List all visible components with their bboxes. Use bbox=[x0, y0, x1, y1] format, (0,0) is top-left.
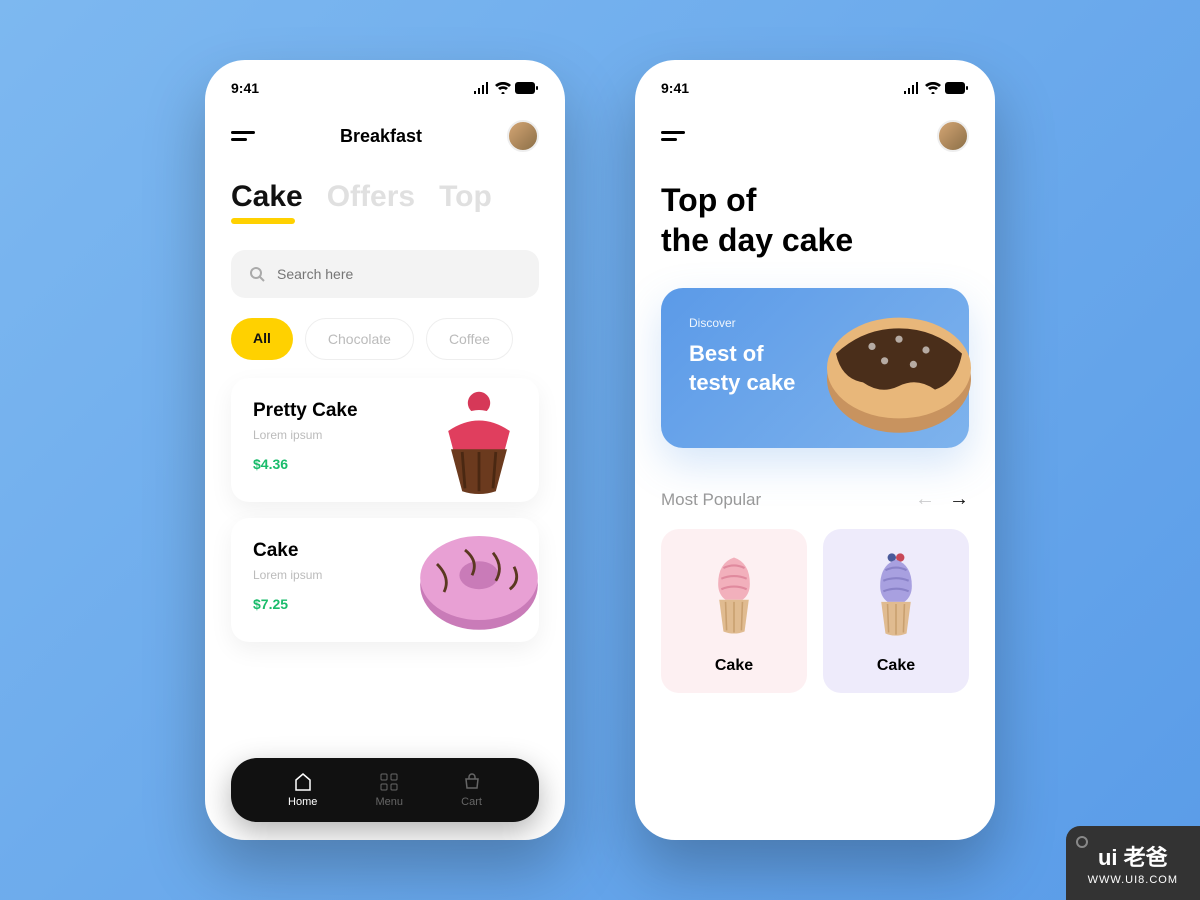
chip-chocolate[interactable]: Chocolate bbox=[305, 318, 414, 360]
status-icons bbox=[473, 82, 539, 94]
battery-icon bbox=[515, 82, 539, 94]
filter-chips: All Chocolate Coffee bbox=[231, 318, 539, 360]
status-time: 9:41 bbox=[231, 80, 259, 96]
menu-icon[interactable] bbox=[661, 131, 685, 141]
arrow-right-icon[interactable]: → bbox=[949, 488, 969, 511]
cupcake-icon bbox=[409, 368, 549, 508]
home-icon bbox=[293, 772, 313, 792]
wifi-icon bbox=[925, 82, 941, 94]
discover-card[interactable]: Discover Best of testy cake bbox=[661, 288, 969, 448]
page-title: Top of the day cake bbox=[661, 180, 969, 260]
phone-left: 9:41 Breakfast Cake Offers Top All Choco… bbox=[205, 60, 565, 840]
signal-icon bbox=[473, 82, 491, 94]
title-line: the day cake bbox=[661, 220, 969, 260]
search-input[interactable] bbox=[277, 266, 521, 282]
nav-label: Menu bbox=[376, 796, 404, 808]
product-card[interactable]: Cake Lorem ipsum $7.25 bbox=[231, 518, 539, 642]
nav-cart[interactable]: Cart bbox=[461, 772, 482, 808]
bottom-nav: Home Menu Cart bbox=[231, 758, 539, 822]
search-bar[interactable] bbox=[231, 250, 539, 298]
battery-icon bbox=[945, 82, 969, 94]
chip-coffee[interactable]: Coffee bbox=[426, 318, 513, 360]
avatar[interactable] bbox=[507, 120, 539, 152]
nav-home[interactable]: Home bbox=[288, 772, 317, 808]
popular-card[interactable]: Cake bbox=[661, 529, 807, 693]
arrow-left-icon[interactable]: ← bbox=[915, 488, 935, 511]
wifi-icon bbox=[495, 82, 511, 94]
donut-icon bbox=[409, 508, 549, 648]
nav-menu[interactable]: Menu bbox=[376, 772, 404, 808]
nav-label: Cart bbox=[461, 796, 482, 808]
section-header: Most Popular ← → bbox=[661, 488, 969, 511]
header bbox=[661, 120, 969, 152]
phone-right: 9:41 Top of the day cake Discover Best o… bbox=[635, 60, 995, 840]
grid-icon bbox=[379, 772, 399, 792]
popular-grid: Cake Cake bbox=[661, 529, 969, 693]
cart-icon bbox=[462, 772, 482, 792]
title-line: Top of bbox=[661, 180, 969, 220]
status-icons bbox=[903, 82, 969, 94]
popular-label: Cake bbox=[671, 657, 797, 675]
avatar[interactable] bbox=[937, 120, 969, 152]
watermark-logo: ui 老爸 bbox=[1098, 840, 1168, 872]
popular-label: Cake bbox=[833, 657, 959, 675]
tab-top[interactable]: Top bbox=[439, 180, 492, 214]
chip-all[interactable]: All bbox=[231, 318, 293, 360]
pink-cupcake-icon bbox=[689, 547, 779, 642]
signal-icon bbox=[903, 82, 921, 94]
watermark-url: WWW.UI8.COM bbox=[1088, 874, 1178, 886]
status-bar: 9:41 bbox=[231, 80, 539, 96]
tabs: Cake Offers Top bbox=[231, 180, 539, 214]
carousel-arrows: ← → bbox=[915, 488, 969, 511]
tab-offers[interactable]: Offers bbox=[327, 180, 415, 214]
purple-cupcake-icon bbox=[851, 547, 941, 642]
nav-label: Home bbox=[288, 796, 317, 808]
chocolate-donut-icon bbox=[799, 278, 995, 458]
search-icon bbox=[249, 266, 265, 282]
section-title: Most Popular bbox=[661, 490, 761, 510]
page-title: Breakfast bbox=[340, 126, 422, 147]
header: Breakfast bbox=[231, 120, 539, 152]
tab-cake[interactable]: Cake bbox=[231, 180, 303, 214]
popular-card[interactable]: Cake bbox=[823, 529, 969, 693]
watermark: ui 老爸 WWW.UI8.COM bbox=[1066, 826, 1200, 900]
status-time: 9:41 bbox=[661, 80, 689, 96]
product-card[interactable]: Pretty Cake Lorem ipsum $4.36 bbox=[231, 378, 539, 502]
menu-icon[interactable] bbox=[231, 131, 255, 141]
status-bar: 9:41 bbox=[661, 80, 969, 96]
